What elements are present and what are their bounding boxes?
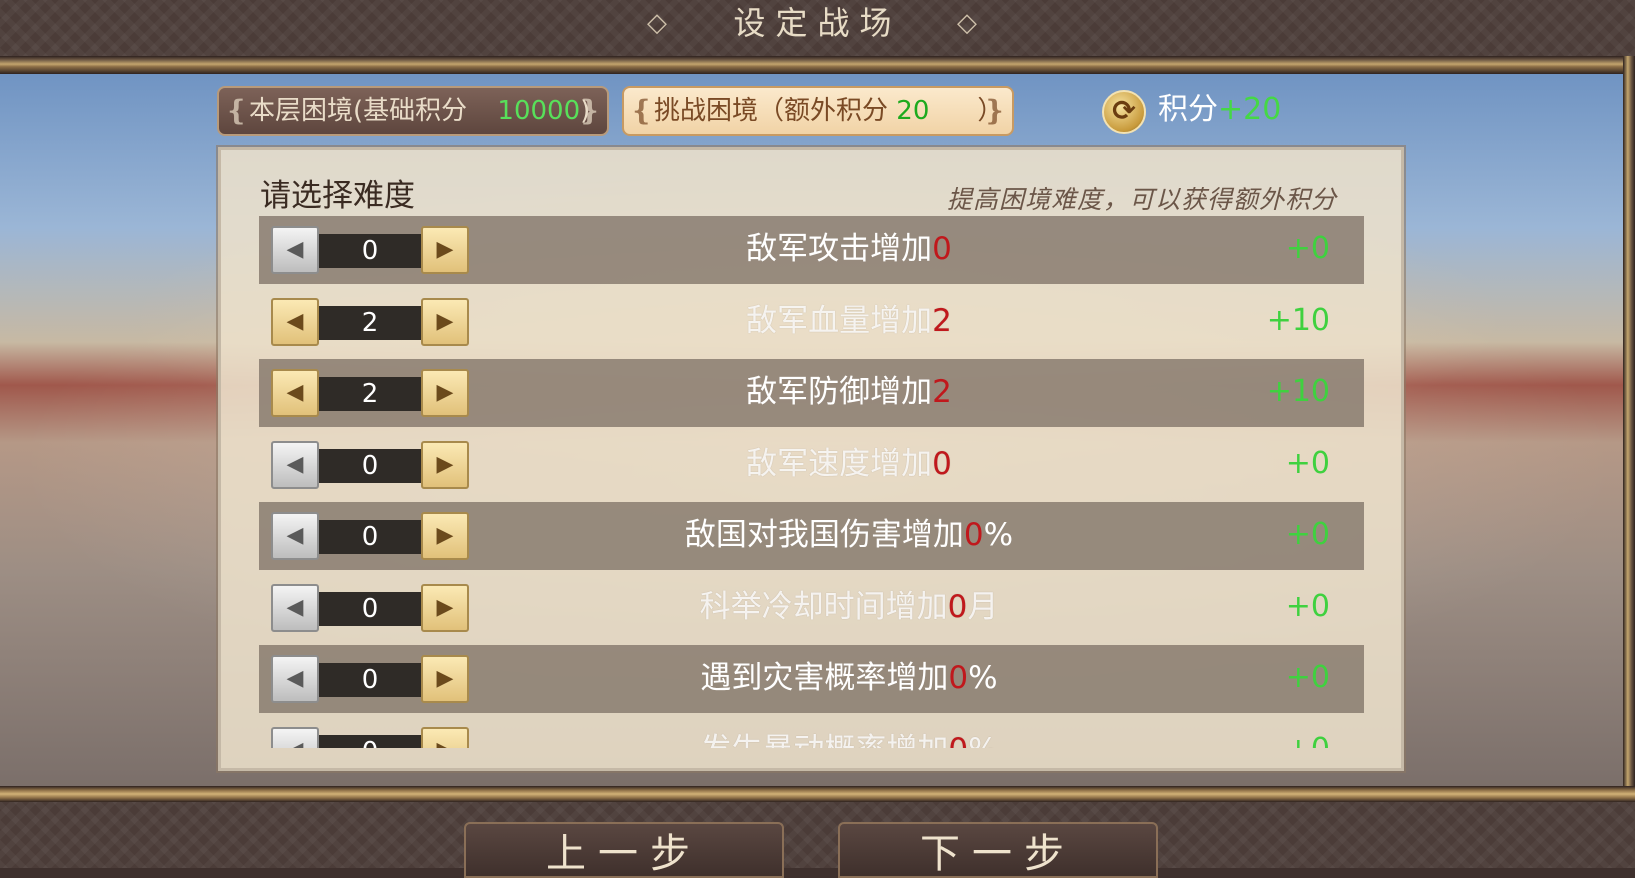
score-value: +20 [1218, 92, 1282, 127]
decrease-button[interactable]: ◀ [271, 440, 319, 489]
title-bar-trim [0, 56, 1635, 74]
row-bonus: +10 [1266, 302, 1330, 338]
row-label: 敌国对我国伤害增加0% [459, 502, 1239, 570]
row-label-text: 遇到灾害概率增加 [700, 660, 949, 696]
level-value: 2 [319, 305, 421, 340]
row-unit: 月 [967, 588, 999, 625]
level-value: 0 [319, 734, 421, 748]
level-value: 0 [319, 448, 421, 483]
decrease-button[interactable]: ◀ [271, 297, 319, 346]
row-bonus: +0 [1285, 588, 1330, 624]
row-label: 科举冷却时间增加0月 [459, 574, 1239, 642]
tab-challenge-label: 挑战困境（额外积分 [654, 96, 889, 126]
row-bonus: +0 [1285, 231, 1330, 266]
decrease-button[interactable]: ◀ [271, 655, 319, 703]
tab-deco-right-icon: ❵ [982, 94, 1006, 127]
level-value: 0 [319, 591, 421, 626]
page-title: 设定战场 [733, 4, 902, 42]
row-unit: % [968, 732, 997, 749]
row-amount: 2 [932, 302, 952, 339]
row-amount: 0 [963, 517, 984, 553]
row-bonus: +0 [1285, 445, 1330, 481]
level-value: 0 [319, 234, 421, 268]
prev-step-button[interactable]: 上一步 [464, 822, 784, 878]
row-label-text: 敌国对我国伤害增加 [684, 517, 964, 553]
difficulty-row-defense: ◀ 2 ▶ 敌军防御增加2 +10 [259, 359, 1364, 427]
row-amount: 0 [948, 660, 969, 696]
tab-base-value: 10000 [497, 96, 581, 126]
decrease-button[interactable]: ◀ [271, 512, 319, 560]
row-label-text: 敌军攻击增加 [746, 231, 933, 267]
difficulty-row-disaster: ◀ 0 ▶ 遇到灾害概率增加0% +0 [259, 645, 1364, 713]
tab-challenge-difficulty[interactable]: ❴ 挑战困境（额外积分 20） ❵ [622, 86, 1014, 136]
panel-heading: 请选择难度 [260, 178, 415, 214]
next-step-button[interactable]: 下一步 [838, 822, 1158, 878]
decrease-button[interactable]: ◀ [271, 226, 319, 274]
difficulty-panel: 请选择难度 提高困境难度，可以获得额外积分 ◀ 0 ▶ 敌军攻击增加0 +0 ◀… [218, 147, 1404, 771]
row-amount: 0 [947, 588, 968, 625]
row-unit: % [983, 517, 1014, 553]
row-label-text: 发生暴动概率增加 [700, 732, 948, 749]
difficulty-row-exam-cooldown: ◀ 0 ▶ 科举冷却时间增加0月 +0 [259, 574, 1364, 642]
ornament-right-icon: ◇ [957, 8, 977, 38]
row-label-text: 敌军速度增加 [746, 445, 933, 482]
difficulty-row-attack: ◀ 0 ▶ 敌军攻击增加0 +0 [259, 216, 1364, 284]
tab-deco-left-icon: ❴ [630, 94, 654, 127]
level-value: 0 [319, 663, 421, 697]
row-label: 敌军速度增加0 [459, 431, 1239, 499]
decrease-button[interactable]: ◀ [271, 726, 319, 748]
score-display: 积分+20 [1158, 88, 1281, 132]
difficulty-row-riot: ◀ 0 ▶ 发生暴动概率增加0% +0 [259, 717, 1364, 749]
row-label-text: 科举冷却时间增加 [699, 588, 948, 625]
panel-hint: 提高困境难度，可以获得额外积分 [946, 185, 1337, 214]
row-bonus: +0 [1285, 660, 1330, 695]
tab-base-difficulty[interactable]: ❴ 本层困境(基础积分 10000) ❵ [217, 86, 609, 136]
row-bonus: +0 [1286, 717, 1330, 749]
tab-base-label: 本层困境(基础积分 [249, 96, 468, 126]
row-label: 发生暴动概率增加0% [459, 717, 1239, 749]
difficulty-row-speed: ◀ 0 ▶ 敌军速度增加0 +0 [259, 431, 1364, 499]
row-label: 敌军血量增加2 [459, 288, 1239, 356]
difficulty-row-health: ◀ 2 ▶ 敌军血量增加2 +10 [259, 288, 1364, 356]
row-amount: 0 [948, 732, 968, 749]
row-label-text: 敌军血量增加 [746, 302, 933, 339]
row-amount: 0 [932, 445, 952, 482]
difficulty-row-damage: ◀ 0 ▶ 敌国对我国伤害增加0% +0 [259, 502, 1364, 570]
row-label: 敌军防御增加2 [459, 359, 1239, 427]
row-label-text: 敌军防御增加 [746, 374, 933, 410]
decrease-button[interactable]: ◀ [271, 583, 319, 632]
level-value: 2 [319, 377, 421, 411]
row-bonus: +10 [1266, 374, 1330, 409]
difficulty-list[interactable]: ◀ 0 ▶ 敌军攻击增加0 +0 ◀ 2 ▶ 敌军血量增加2 +10 ◀ 2 ▶… [259, 216, 1364, 748]
row-label: 敌军攻击增加0 [459, 216, 1239, 284]
row-unit: % [968, 660, 998, 696]
level-value: 0 [319, 520, 421, 554]
frame-right-edge [1623, 56, 1635, 796]
refresh-icon[interactable]: ⟳ [1102, 90, 1146, 134]
row-amount: 2 [932, 374, 952, 410]
decrease-button[interactable]: ◀ [271, 369, 319, 417]
footer-bar [0, 802, 1635, 868]
tab-deco-right-icon: ❵ [577, 94, 601, 127]
row-label: 遇到灾害概率增加0% [459, 645, 1239, 713]
tab-challenge-value: 20 [896, 96, 930, 126]
row-bonus: +0 [1285, 517, 1330, 552]
score-label: 积分 [1158, 92, 1218, 127]
footer-trim [0, 786, 1635, 802]
row-amount: 0 [932, 231, 952, 267]
tab-deco-left-icon: ❴ [225, 94, 249, 127]
